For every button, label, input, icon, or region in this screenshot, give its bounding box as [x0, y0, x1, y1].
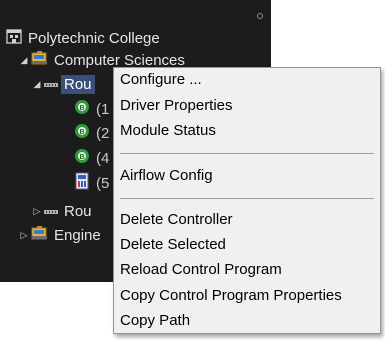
tree-node-label: Rou — [61, 74, 95, 94]
svg-text:B: B — [79, 105, 84, 112]
tree-node-device[interactable]: B (1 — [74, 98, 109, 120]
menu-item-driver-properties[interactable]: Driver Properties — [120, 95, 233, 117]
expanded-triangle-icon[interactable]: ◢ — [32, 79, 42, 89]
svg-text:B: B — [79, 129, 84, 136]
tree-node-device[interactable]: B (4 — [74, 147, 109, 169]
tree-node-label: (4 — [96, 149, 110, 167]
tree-node-label: Computer Sciences — [54, 51, 185, 69]
building-icon — [6, 28, 22, 48]
menu-item-module-status[interactable]: Module Status — [120, 120, 216, 142]
menu-item-airflow-config[interactable]: Airflow Config — [120, 165, 213, 187]
context-menu: Configure ... Driver Properties Module S… — [113, 67, 381, 334]
tree-node-engineering[interactable]: ▷ Engine — [19, 224, 101, 246]
bacnet-device-icon: B — [74, 99, 90, 119]
tree-node-device[interactable]: (5 — [74, 172, 109, 194]
bacnet-device-icon: B — [74, 148, 90, 168]
menu-item-configure[interactable]: Configure ... — [120, 69, 202, 91]
router-icon — [44, 76, 58, 93]
router-icon — [44, 203, 58, 220]
tree-node-label: Rou — [64, 202, 92, 220]
tree-node-label: Engine — [54, 226, 101, 244]
tree-node-router-1[interactable]: ◢ Rou — [32, 73, 95, 95]
svg-text:B: B — [79, 154, 84, 161]
expanded-triangle-icon[interactable]: ◢ — [19, 55, 29, 65]
collapsed-triangle-icon[interactable]: ▷ — [19, 230, 29, 240]
department-icon — [31, 225, 48, 245]
tree-node-label: (2 — [96, 124, 110, 142]
scroll-indicator[interactable] — [257, 13, 263, 19]
tree-node-device[interactable]: B (2 — [74, 122, 109, 144]
menu-item-delete-selected[interactable]: Delete Selected — [120, 234, 226, 256]
menu-item-copy-control-program-properties[interactable]: Copy Control Program Properties — [120, 285, 342, 307]
menu-item-delete-controller[interactable]: Delete Controller — [120, 209, 233, 231]
menu-separator — [120, 153, 374, 154]
controller-icon — [74, 172, 90, 194]
bacnet-device-icon: B — [74, 123, 90, 143]
menu-item-reload-control-program[interactable]: Reload Control Program — [120, 259, 282, 281]
menu-separator — [120, 198, 374, 199]
tree-node-root[interactable]: Polytechnic College — [6, 27, 160, 49]
collapsed-triangle-icon[interactable]: ▷ — [32, 206, 42, 216]
tree-node-router-2[interactable]: ▷ Rou — [32, 200, 92, 222]
tree-node-label: (1 — [96, 100, 110, 118]
menu-item-copy-path[interactable]: Copy Path — [120, 310, 190, 332]
tree-node-label: (5 — [96, 174, 110, 192]
tree-node-label: Polytechnic College — [28, 29, 160, 47]
department-icon — [31, 50, 48, 70]
